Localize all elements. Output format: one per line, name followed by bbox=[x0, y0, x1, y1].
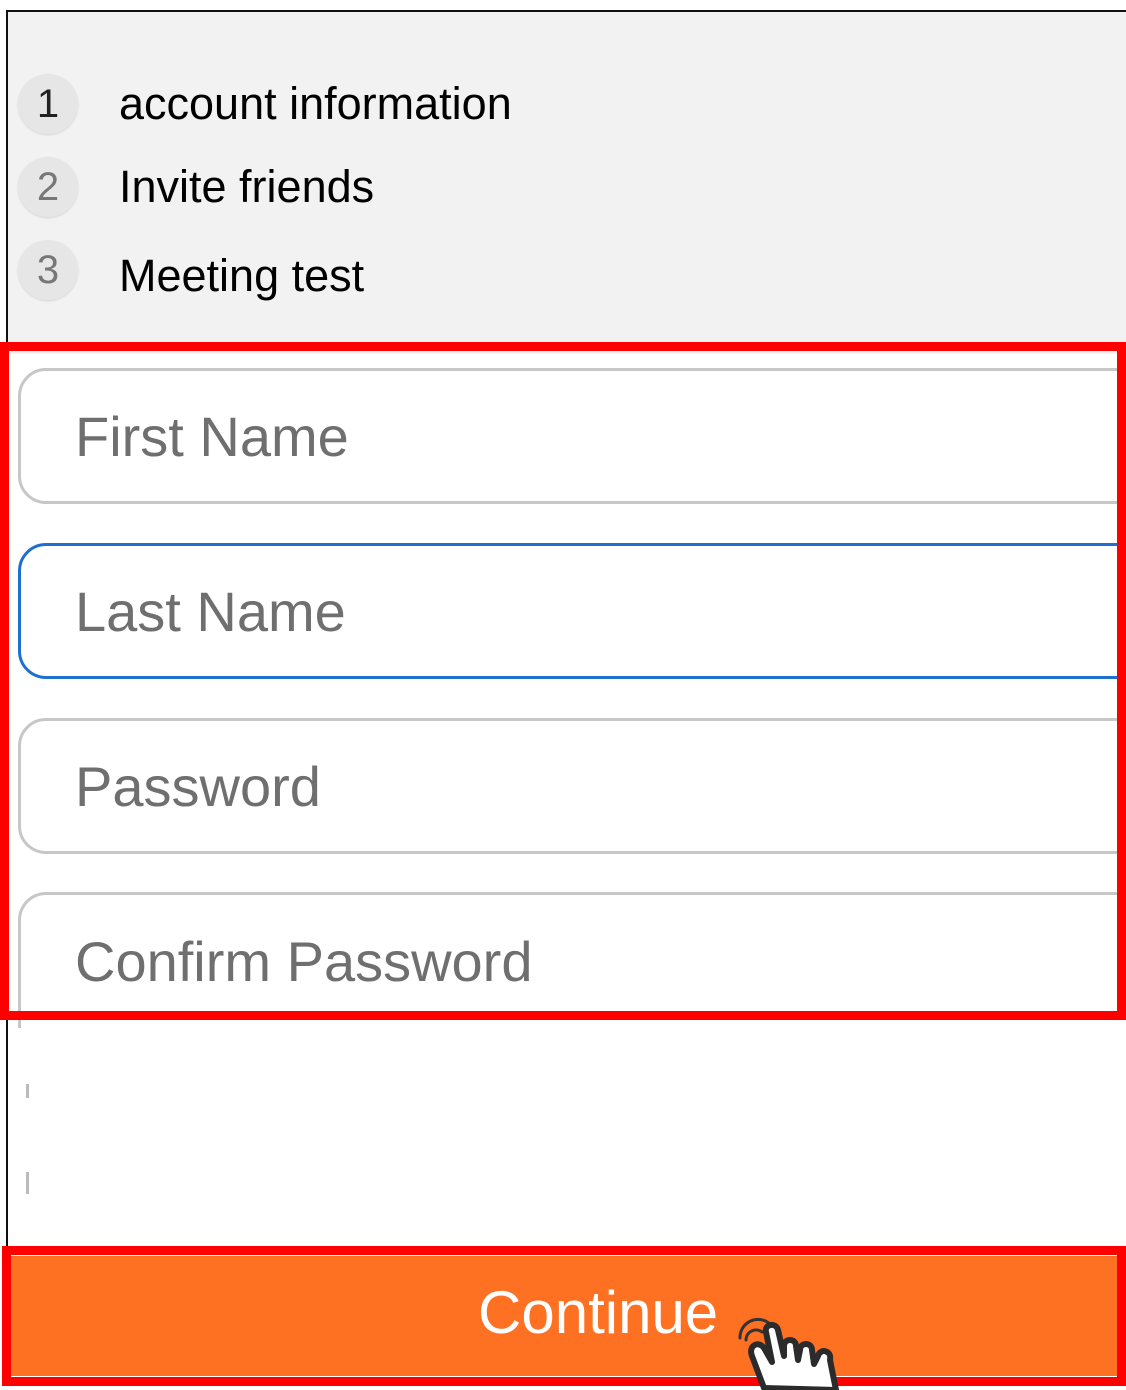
password-field[interactable]: Password bbox=[18, 718, 1126, 854]
step-number-badge: 1 bbox=[18, 74, 78, 134]
continue-label: Continue bbox=[478, 1279, 719, 1346]
signup-screen: 1 account information 2 Invite friends 3… bbox=[6, 10, 1126, 1385]
first-name-placeholder: First Name bbox=[75, 404, 349, 468]
step-label: Meeting test bbox=[119, 250, 365, 301]
password-placeholder: Password bbox=[75, 754, 321, 818]
continue-button[interactable]: Continue bbox=[8, 1256, 1126, 1376]
clipped-text-fragment bbox=[26, 1084, 29, 1098]
step-label: account information bbox=[119, 78, 512, 129]
first-name-field[interactable]: First Name bbox=[18, 368, 1126, 504]
confirm-password-placeholder: Confirm Password bbox=[75, 930, 533, 993]
confirm-password-field[interactable]: Confirm Password bbox=[18, 892, 1126, 1028]
clipped-text-fragment bbox=[26, 1172, 29, 1194]
step-label: Invite friends bbox=[119, 161, 375, 212]
step-number-badge: 3 bbox=[18, 240, 78, 300]
step-number-badge: 2 bbox=[18, 157, 78, 217]
steps-panel: 1 account information 2 Invite friends 3… bbox=[8, 12, 1126, 354]
last-name-placeholder: Last Name bbox=[75, 579, 346, 643]
last-name-field[interactable]: Last Name bbox=[18, 543, 1126, 679]
